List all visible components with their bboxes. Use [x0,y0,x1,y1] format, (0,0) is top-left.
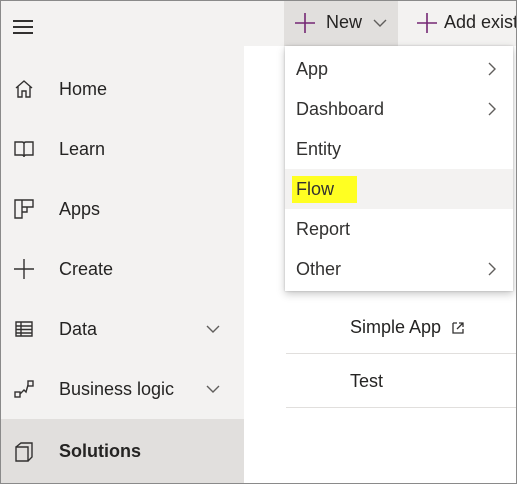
list-item-label: Simple App [350,317,442,337]
command-bar: New Add exist [244,0,517,46]
menu-item-report[interactable]: Report [285,209,513,249]
sidebar-item-label: Apps [59,198,101,219]
list-item-label: Test [350,371,384,391]
sidebar-item-label: Home [59,78,108,99]
menu-item-label: Entity [296,139,342,159]
new-dropdown-menu: App Dashboard Entity Flow Report Other [285,46,513,291]
sidebar-item-label: Business logic [59,378,175,399]
sidebar-item-label: Data [59,318,98,339]
menu-item-entity[interactable]: Entity [285,129,513,169]
chevron-right-icon [485,61,499,77]
menu-item-dashboard[interactable]: Dashboard [285,89,513,129]
sidebar-item-solutions[interactable]: Solutions [0,419,244,484]
home-icon [12,77,36,101]
new-button[interactable]: New [284,0,398,46]
table-icon [12,317,36,341]
sidebar-item-label: Learn [59,138,106,159]
plus-icon [416,12,438,34]
menu-item-label: Report [296,219,351,239]
book-icon [12,137,36,161]
solutions-icon [12,440,36,464]
menu-item-flow[interactable]: Flow [285,169,513,209]
chevron-down-icon[interactable] [205,381,221,397]
menu-item-label: Dashboard [296,99,385,119]
sidebar-item-create[interactable]: Create [0,239,244,299]
list-item[interactable]: Test [286,354,517,408]
sidebar-item-data[interactable]: Data [0,299,244,359]
chevron-down-icon[interactable] [205,321,221,337]
list-item[interactable]: Simple App [286,300,517,354]
sidebar: Home Learn Apps Create Data Business log… [0,0,244,484]
sidebar-item-business-logic[interactable]: Business logic [0,359,244,419]
list-item-name[interactable]: Simple App [350,317,465,338]
menu-item-label: App [296,59,329,79]
add-existing-button[interactable]: Add exist [406,0,517,46]
hamburger-icon[interactable] [13,18,35,36]
chevron-right-icon [485,261,499,277]
add-existing-label: Add exist [444,12,517,32]
sidebar-item-label: Create [59,258,114,279]
chevron-right-icon [485,101,499,117]
menu-item-label: Flow [296,179,335,199]
list-item-name[interactable]: Test [350,371,383,392]
plus-icon [294,12,316,34]
new-button-label: New [326,12,363,32]
plus-icon [12,257,36,281]
sidebar-item-home[interactable]: Home [0,59,244,119]
menu-item-app[interactable]: App [285,49,513,89]
apps-icon [12,197,36,221]
sidebar-item-learn[interactable]: Learn [0,119,244,179]
flow-logic-icon [12,377,36,401]
menu-item-label: Other [296,259,342,279]
sidebar-item-label: Solutions [59,441,141,461]
external-link-icon[interactable] [451,321,465,335]
chevron-down-icon [372,15,388,31]
menu-item-other[interactable]: Other [285,249,513,289]
sidebar-item-apps[interactable]: Apps [0,179,244,239]
